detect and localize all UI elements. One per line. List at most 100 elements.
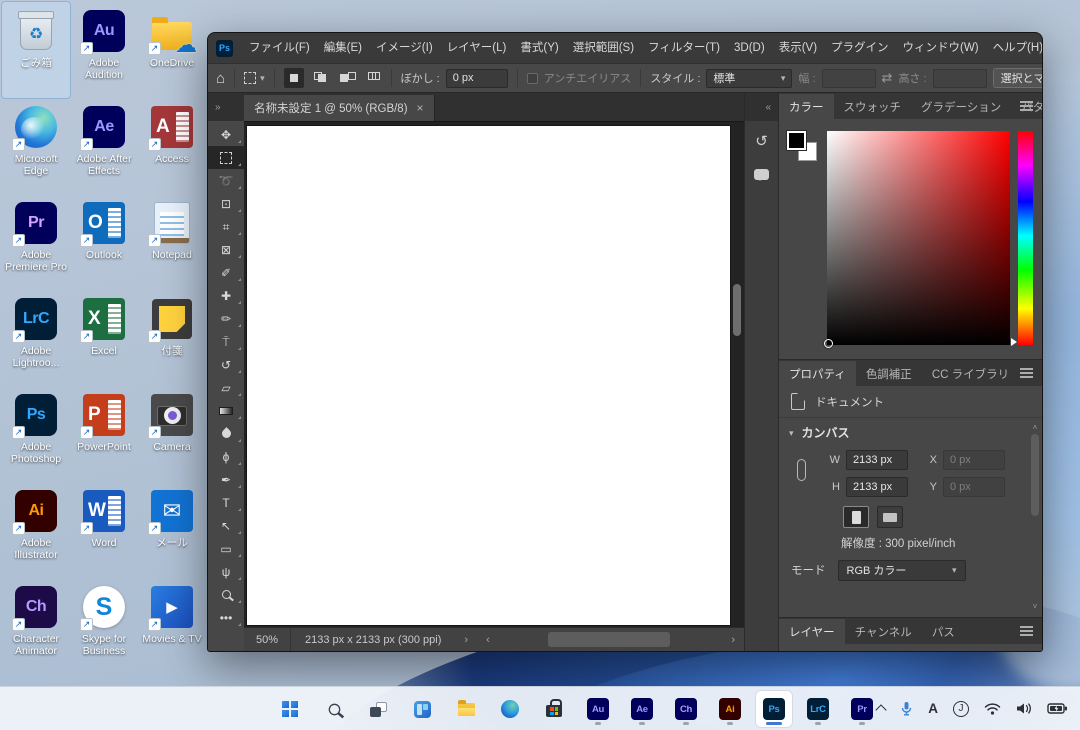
tab-カラー[interactable]: カラー [779, 94, 834, 119]
add-to-selection-button[interactable] [310, 68, 330, 88]
hue-slider-pointer[interactable] [1011, 338, 1021, 346]
width-input[interactable] [822, 69, 876, 88]
tab-チャンネル[interactable]: チャンネル [845, 619, 922, 644]
blur-tool[interactable] [208, 422, 244, 445]
menu-ウィンドウ(W)[interactable]: ウィンドウ(W) [896, 33, 986, 63]
canvas-height-input[interactable]: 2133 px [846, 477, 908, 497]
eyedropper-tool[interactable]: ✐ [208, 261, 244, 284]
tab-レイヤー[interactable]: レイヤー [779, 619, 845, 644]
path-selection-tool[interactable]: ↖ [208, 514, 244, 537]
canvas-width-input[interactable]: 2133 px [846, 450, 908, 470]
ime-mode-indicator[interactable]: A [928, 701, 938, 716]
menu-編集(E)[interactable]: 編集(E) [317, 33, 369, 63]
feather-input[interactable]: 0 px [446, 69, 508, 88]
eraser-tool[interactable]: ▱ [208, 376, 244, 399]
foreground-background-swatches[interactable] [785, 131, 819, 345]
edge-button[interactable] [492, 691, 528, 727]
tab-プロパティ[interactable]: プロパティ [779, 361, 856, 386]
desktop-icon-outlook[interactable]: O↗Outlook [70, 194, 138, 290]
search-button[interactable] [316, 691, 352, 727]
menu-3D(D)[interactable]: 3D(D) [727, 33, 772, 63]
titlebar[interactable]: Ps ファイル(F)編集(E)イメージ(I)レイヤー(L)書式(Y)選択範囲(S… [208, 33, 1042, 63]
vertical-scrollbar-thumb[interactable] [733, 284, 741, 336]
tab-グラデーション[interactable]: グラデーション [911, 94, 1011, 119]
tab-色調補正[interactable]: 色調補正 [856, 361, 922, 386]
panel-collapse-icon[interactable] [745, 93, 778, 121]
desktop-icon-adobe-lightroom-classic[interactable]: LrC↗Adobe Lightroo... [2, 290, 70, 386]
select-and-mask-button[interactable]: 選択とマスク... [993, 68, 1042, 88]
wifi-icon[interactable] [984, 702, 1001, 715]
menu-レイヤー(L)[interactable]: レイヤー(L) [440, 33, 514, 63]
edit-toolbar[interactable]: ••• [208, 606, 244, 629]
type-tool[interactable]: T [208, 491, 244, 514]
horizontal-scrollbar-thumb[interactable] [548, 632, 670, 647]
link-dimensions-icon[interactable] [797, 459, 806, 481]
scroll-left-icon[interactable] [477, 634, 499, 646]
vertical-scrollbar[interactable] [732, 126, 743, 625]
tab-パス[interactable]: パス [922, 619, 965, 644]
volume-icon[interactable] [1016, 702, 1032, 715]
desktop-icon-camera[interactable]: ↗Camera [138, 386, 206, 482]
history-panel-icon[interactable]: ↺ [748, 128, 776, 154]
hue-slider[interactable] [1018, 131, 1033, 345]
horizontal-scrollbar[interactable] [499, 628, 723, 651]
battery-icon[interactable] [1047, 702, 1068, 715]
intersect-selection-button[interactable] [362, 68, 382, 88]
desktop-icon-adobe-after-effects[interactable]: Ae↗Adobe After Effects [70, 98, 138, 194]
menu-書式(Y)[interactable]: 書式(Y) [513, 33, 565, 63]
desktop-icon-skype-for-business[interactable]: S↗Skype for Business [70, 578, 138, 674]
zoom-tool[interactable] [208, 583, 244, 606]
desktop-icon-movies-tv[interactable]: ▶↗Movies & TV [138, 578, 206, 674]
scroll-down-icon[interactable] [1033, 601, 1038, 611]
ime-j-badge[interactable]: J [953, 701, 969, 717]
hue-strip[interactable] [1018, 131, 1033, 345]
character-animator-taskbar-button[interactable]: Ch [668, 691, 704, 727]
toolbar-collapse-icon[interactable] [208, 93, 244, 121]
desktop-icon-sticky-notes[interactable]: ↗付箋 [138, 290, 206, 386]
desktop-icon-excel[interactable]: X↗Excel [70, 290, 138, 386]
comments-panel-icon[interactable] [748, 161, 776, 187]
dodge-tool[interactable]: ϕ [208, 445, 244, 468]
microsoft-store-button[interactable] [536, 691, 572, 727]
properties-scrollbar[interactable] [1029, 422, 1041, 611]
task-view-button[interactable] [360, 691, 396, 727]
scroll-up-icon[interactable] [1033, 422, 1038, 432]
menu-ファイル(F)[interactable]: ファイル(F) [242, 33, 317, 63]
audition-taskbar-button[interactable]: Au [580, 691, 616, 727]
file-explorer-button[interactable] [448, 691, 484, 727]
lightroom-taskbar-button[interactable]: LrC [800, 691, 836, 727]
tool-preset-button[interactable] [244, 72, 265, 84]
menu-フィルター(T)[interactable]: フィルター(T) [641, 33, 727, 63]
status-chevron-icon[interactable] [455, 634, 477, 646]
menu-イメージ(I)[interactable]: イメージ(I) [369, 33, 440, 63]
tab-CC ライブラリ[interactable]: CC ライブラリ [922, 361, 1019, 386]
color-picker-cursor[interactable] [824, 339, 833, 348]
menu-選択範囲(S)[interactable]: 選択範囲(S) [566, 33, 641, 63]
desktop-icon-character-animator[interactable]: Ch↗Character Animator [2, 578, 70, 674]
desktop-icon-adobe-audition[interactable]: Au↗Adobe Audition [70, 2, 138, 98]
new-selection-button[interactable] [284, 68, 304, 88]
history-brush-tool[interactable]: ↺ [208, 353, 244, 376]
desktop-icon-recycle-bin[interactable]: ♻ごみ箱 [2, 2, 70, 98]
rectangular-marquee-tool[interactable] [208, 146, 244, 169]
desktop-icon-adobe-illustrator[interactable]: Ai↗Adobe Illustrator [2, 482, 70, 578]
style-select[interactable]: 標準 [706, 69, 792, 88]
saturation-brightness-field[interactable] [827, 131, 1010, 345]
canvas-y-input[interactable]: 0 px [943, 477, 1005, 497]
scroll-right-icon[interactable] [722, 634, 744, 646]
landscape-orientation-button[interactable] [877, 506, 903, 528]
lasso-tool[interactable]: ➰ [208, 169, 244, 192]
frame-tool[interactable]: ⊠ [208, 238, 244, 261]
desktop-icon-adobe-photoshop[interactable]: Ps↗Adobe Photoshop [2, 386, 70, 482]
desktop-icon-adobe-premiere-pro[interactable]: Pr↗Adobe Premiere Pro [2, 194, 70, 290]
layers-panel-menu-icon[interactable] [1020, 630, 1033, 632]
start-button[interactable] [272, 691, 308, 727]
menu-表示(V)[interactable]: 表示(V) [772, 33, 824, 63]
subtract-from-selection-button[interactable] [336, 68, 356, 88]
foreground-color-swatch[interactable] [787, 131, 806, 150]
desktop-icon-notepad[interactable]: ↗Notepad [138, 194, 206, 290]
hand-tool[interactable]: ψ [208, 560, 244, 583]
canvas-x-input[interactable]: 0 px [943, 450, 1005, 470]
canvas-section-header[interactable]: カンバス [779, 418, 1042, 446]
desktop-icon-onedrive[interactable]: ☁↗OneDrive [138, 2, 206, 98]
